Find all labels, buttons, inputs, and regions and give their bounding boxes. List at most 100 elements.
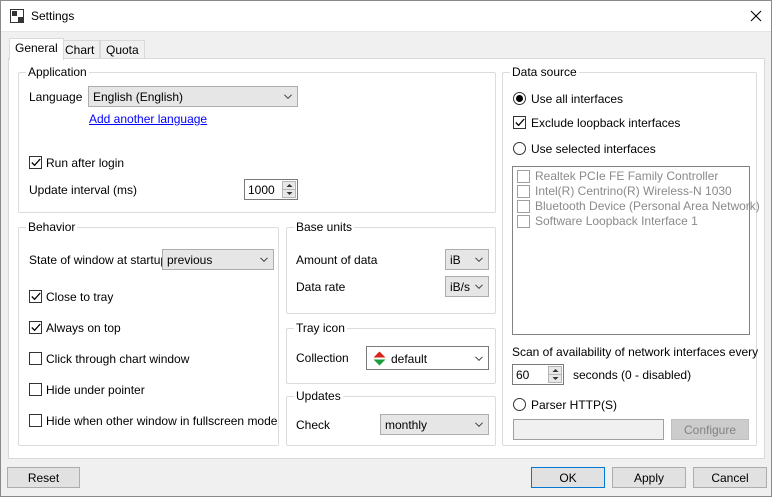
hide-under-pointer-label: Hide under pointer <box>46 383 145 397</box>
add-language-link[interactable]: Add another language <box>89 112 207 126</box>
chevron-up-icon <box>552 369 559 372</box>
collection-dropdown[interactable]: default <box>366 346 489 370</box>
collection-label: Collection <box>296 351 349 365</box>
amount-of-data-label: Amount of data <box>296 253 378 267</box>
use-all-interfaces-label: Use all interfaces <box>531 92 624 106</box>
data-rate-value: iB/s <box>450 280 471 294</box>
chevron-down-icon <box>286 192 293 195</box>
language-value: English (English) <box>93 90 184 104</box>
update-check-value: monthly <box>385 418 428 432</box>
base-units-group-title: Base units <box>294 220 355 234</box>
exclude-loopback-label: Exclude loopback interfaces <box>531 116 681 130</box>
update-interval-label: Update interval (ms) <box>29 183 138 197</box>
interface-label: Realtek PCIe FE Family Controller <box>535 169 719 183</box>
run-after-login-label: Run after login <box>46 156 125 170</box>
close-to-tray-label: Close to tray <box>46 290 114 304</box>
spinner-down-button[interactable] <box>548 374 562 383</box>
chevron-down-icon <box>475 422 483 427</box>
startup-state-value: previous <box>167 253 213 267</box>
interface-checkbox[interactable] <box>517 200 530 213</box>
application-group: Application Language English (English) A… <box>18 65 496 213</box>
language-dropdown[interactable]: English (English) <box>88 86 298 107</box>
always-on-top-checkbox[interactable] <box>29 321 42 334</box>
use-all-interfaces-radio[interactable] <box>513 92 526 105</box>
chevron-down-icon <box>260 257 268 262</box>
chevron-down-icon <box>552 377 559 380</box>
hide-fullscreen-checkbox[interactable] <box>29 414 42 427</box>
check-label: Check <box>296 418 331 432</box>
settings-window: Settings General Chart Quota Application… <box>0 0 772 497</box>
scan-interval-suffix: seconds (0 - disabled) <box>573 368 692 382</box>
title-bar[interactable]: Settings <box>1 1 771 32</box>
interface-checkbox[interactable] <box>517 185 530 198</box>
tray-icon-group: Tray icon Collection default <box>286 321 496 384</box>
click-through-label: Click through chart window <box>46 352 190 366</box>
tab-quota[interactable]: Quota <box>100 40 145 59</box>
update-check-dropdown[interactable]: monthly <box>380 414 489 435</box>
behavior-group-title: Behavior <box>26 220 78 234</box>
reset-button[interactable]: Reset <box>7 467 80 488</box>
data-source-group-title: Data source <box>510 65 579 79</box>
data-rate-label: Data rate <box>296 280 346 294</box>
update-interval-value: 1000 <box>248 183 275 197</box>
base-units-group: Base units Amount of data iB Data rate i… <box>286 220 496 314</box>
updates-group: Updates Check monthly <box>286 389 496 446</box>
close-icon <box>750 10 762 22</box>
apply-button[interactable]: Apply <box>612 467 686 488</box>
parser-http-input[interactable] <box>513 419 664 440</box>
use-selected-interfaces-label: Use selected interfaces <box>531 142 656 156</box>
parser-http-label: Parser HTTP(S) <box>531 398 618 412</box>
collection-value: default <box>391 352 428 366</box>
startup-state-label: State of window at startup <box>29 253 168 267</box>
data-source-group: Data source Use all interfaces Exclude l… <box>502 65 760 446</box>
startup-state-dropdown[interactable]: previous <box>162 249 274 270</box>
always-on-top-label: Always on top <box>46 321 121 335</box>
use-selected-interfaces-radio[interactable] <box>513 142 526 155</box>
radio-selected-dot <box>516 95 523 102</box>
interface-label: Software Loopback Interface 1 <box>535 214 698 228</box>
language-label: Language <box>29 90 83 104</box>
click-through-checkbox[interactable] <box>29 352 42 365</box>
amount-of-data-dropdown[interactable]: iB <box>445 249 489 270</box>
interface-checkbox[interactable] <box>517 215 530 228</box>
interface-label: Intel(R) Centrino(R) Wireless-N 1030 <box>535 184 732 198</box>
scan-interval-label: Scan of availability of network interfac… <box>512 345 759 359</box>
window-title: Settings <box>31 9 75 23</box>
general-tab-panel: Application Language English (English) A… <box>8 58 765 459</box>
chevron-down-icon <box>475 284 483 289</box>
app-icon <box>10 9 24 23</box>
tray-icon-group-title: Tray icon <box>294 321 347 335</box>
chevron-down-icon <box>284 94 292 99</box>
checkmark-icon <box>515 118 525 127</box>
tab-general[interactable]: General <box>9 38 64 60</box>
hide-fullscreen-label: Hide when other window in fullscreen mod… <box>46 414 278 428</box>
exclude-loopback-checkbox[interactable] <box>513 116 526 129</box>
spinner-down-button[interactable] <box>282 189 296 198</box>
chevron-up-icon <box>286 184 293 187</box>
cancel-button[interactable]: Cancel <box>693 467 767 488</box>
checkmark-icon <box>31 323 41 332</box>
data-rate-dropdown[interactable]: iB/s <box>445 276 489 297</box>
scan-interval-spinner[interactable]: 60 <box>512 364 564 385</box>
run-after-login-checkbox[interactable] <box>29 156 42 169</box>
chevron-down-icon <box>475 257 483 262</box>
tab-chart[interactable]: Chart <box>59 40 101 59</box>
scan-interval-value: 60 <box>516 368 530 382</box>
interface-checkbox[interactable] <box>517 170 530 183</box>
updates-group-title: Updates <box>294 389 343 403</box>
hide-under-pointer-checkbox[interactable] <box>29 383 42 396</box>
ok-button[interactable]: OK <box>531 467 605 488</box>
close-to-tray-checkbox[interactable] <box>29 290 42 303</box>
interface-label: Bluetooth Device (Personal Area Network) <box>535 199 760 213</box>
close-button[interactable] <box>741 1 771 31</box>
tray-arrows-icon <box>373 351 386 366</box>
behavior-group: Behavior State of window at startup prev… <box>18 220 279 446</box>
parser-http-radio[interactable] <box>513 398 526 411</box>
interfaces-listbox[interactable]: Realtek PCIe FE Family Controller Intel(… <box>512 166 760 335</box>
update-interval-spinner[interactable]: 1000 <box>244 179 298 200</box>
checkmark-icon <box>31 292 41 301</box>
amount-of-data-value: iB <box>450 253 461 267</box>
configure-button[interactable]: Configure <box>671 419 749 440</box>
checkmark-icon <box>31 158 41 167</box>
application-group-title: Application <box>26 65 89 79</box>
